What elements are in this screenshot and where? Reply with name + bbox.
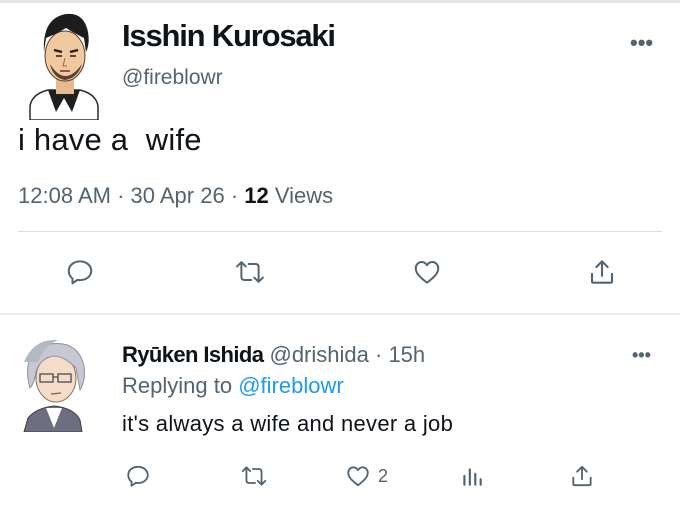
replying-to: Replying to @fireblowr (122, 373, 344, 399)
reply-text: it's always a wife and never a job (122, 411, 454, 436)
meta-separator: · (110, 183, 131, 208)
retweet-icon[interactable] (232, 254, 268, 290)
like-icon[interactable] (344, 458, 372, 494)
replying-prefix: Replying to (122, 373, 239, 398)
share-icon[interactable] (564, 458, 600, 494)
reply-icon[interactable] (120, 458, 156, 494)
reply-author-handle[interactable]: @drishida (269, 342, 368, 367)
reply-avatar[interactable] (14, 332, 96, 433)
avatar[interactable] (26, 8, 102, 121)
top-border (0, 0, 680, 3)
author-name[interactable]: Isshin Kurosaki (122, 18, 336, 54)
more-options-icon[interactable]: ••• (630, 32, 653, 54)
divider (18, 231, 662, 232)
tweet-date[interactable]: 30 Apr 26 (131, 183, 225, 208)
author-handle[interactable]: @fireblowr (122, 66, 223, 90)
replying-handle-link[interactable]: @fireblowr (238, 373, 343, 398)
tweet-meta: 12:08 AM · 30 Apr 26 · 12 Views (18, 183, 333, 209)
retweet-icon[interactable] (236, 458, 272, 494)
analytics-icon[interactable] (454, 458, 490, 494)
tweet-separator (0, 313, 680, 315)
meta-separator: · (224, 183, 245, 208)
reply-header: Ryūken Ishida @drishida · 15h (122, 342, 425, 368)
views-label: Views (268, 183, 334, 208)
like-count: 2 (378, 465, 389, 486)
more-options-icon[interactable]: ••• (632, 346, 651, 364)
like-group[interactable]: 2 (344, 458, 388, 494)
share-icon[interactable] (584, 254, 620, 290)
reply-author-name[interactable]: Ryūken Ishida (122, 342, 264, 367)
views-count: 12 (244, 183, 269, 208)
meta-separator: · (368, 342, 389, 367)
reply-age[interactable]: 15h (388, 342, 425, 367)
tweet-text: i have a wife (18, 122, 202, 157)
tweet-time[interactable]: 12:08 AM (18, 183, 111, 208)
like-icon[interactable] (409, 254, 445, 290)
reply-icon[interactable] (62, 254, 98, 290)
